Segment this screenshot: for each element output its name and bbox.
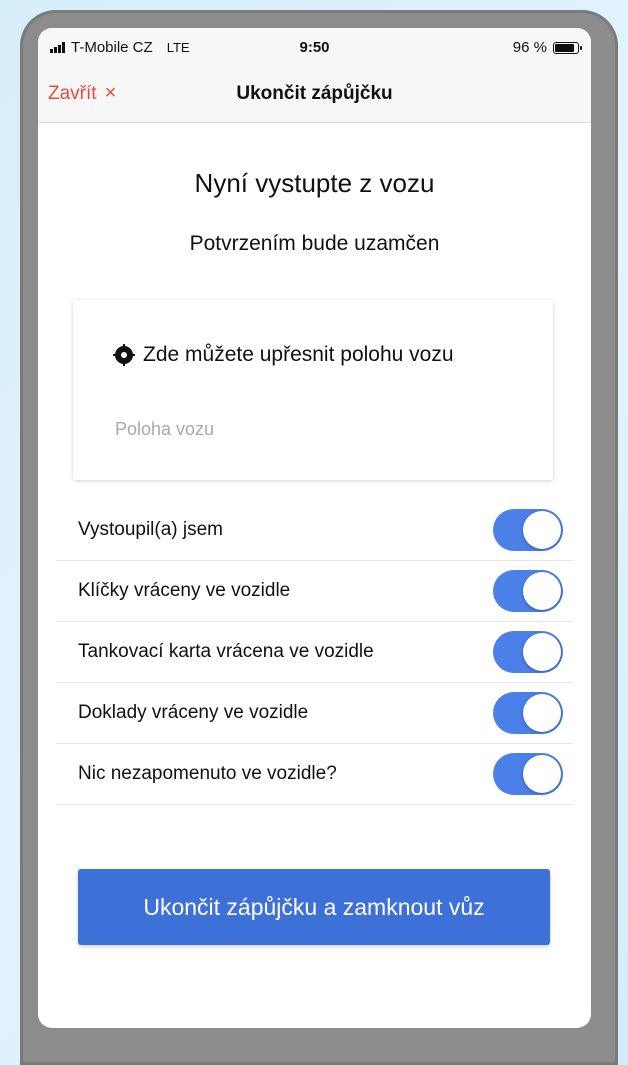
checklist-toggle[interactable] [493, 509, 563, 551]
location-card-label: Zde můžete upřesnit polohu vozu [143, 343, 454, 366]
checklist-item-label: Tankovací karta vrácena ve vozidle [78, 641, 374, 662]
checklist-toggle[interactable] [493, 692, 563, 734]
battery-icon [553, 41, 582, 54]
toggle-knob [523, 694, 561, 732]
toggle-knob [523, 633, 561, 671]
checklist-item: Doklady vráceny ve vozidle [56, 683, 573, 744]
checklist-item: Tankovací karta vrácena ve vozidle [56, 622, 573, 683]
location-card-title: Zde můžete upřesnit polohu vozu [113, 343, 454, 367]
main-heading: Nyní vystupte z vozu [194, 168, 435, 198]
page-title: Ukončit zápůjčku [236, 83, 393, 104]
toggle-knob [523, 755, 561, 793]
checklist-toggle[interactable] [493, 753, 563, 795]
navigation-bar: Zavřít × Ukončit zápůjčku [38, 66, 591, 123]
phone-screen: T-Mobile CZ LTE 9:50 96 % Zavřít × Ukonč… [38, 28, 591, 1028]
toggle-knob [523, 572, 561, 610]
checklist-toggle[interactable] [493, 631, 563, 673]
checklist: Vystoupil(a) jsem Klíčky vráceny ve vozi… [56, 500, 573, 805]
battery-status: 96 % [512, 39, 582, 56]
checklist-item-label: Nic nezapomenuto ve vozidle? [78, 763, 337, 784]
location-card: Zde můžete upřesnit polohu vozu [73, 300, 553, 480]
checklist-item-label: Klíčky vráceny ve vozidle [78, 580, 291, 601]
status-bar: T-Mobile CZ LTE 9:50 96 % [38, 28, 591, 66]
toggle-knob [523, 511, 561, 549]
checklist-item: Vystoupil(a) jsem [56, 500, 573, 561]
end-rental-lock-button[interactable]: Ukončit zápůjčku a zamknout vůz [78, 869, 550, 945]
battery-percentage: 96 % [512, 39, 547, 56]
checklist-item: Nic nezapomenuto ve vozidle? [56, 744, 573, 805]
car-location-input[interactable] [115, 414, 515, 444]
location-target-icon [113, 344, 135, 366]
status-time: 9:50 [299, 39, 330, 56]
checklist-item: Klíčky vráceny ve vozidle [56, 561, 573, 622]
checklist-toggle[interactable] [493, 570, 563, 612]
sub-heading: Potvrzením bude uzamčen [189, 232, 440, 255]
checklist-item-label: Vystoupil(a) jsem [78, 519, 224, 540]
checklist-item-label: Doklady vráceny ve vozidle [78, 702, 309, 723]
